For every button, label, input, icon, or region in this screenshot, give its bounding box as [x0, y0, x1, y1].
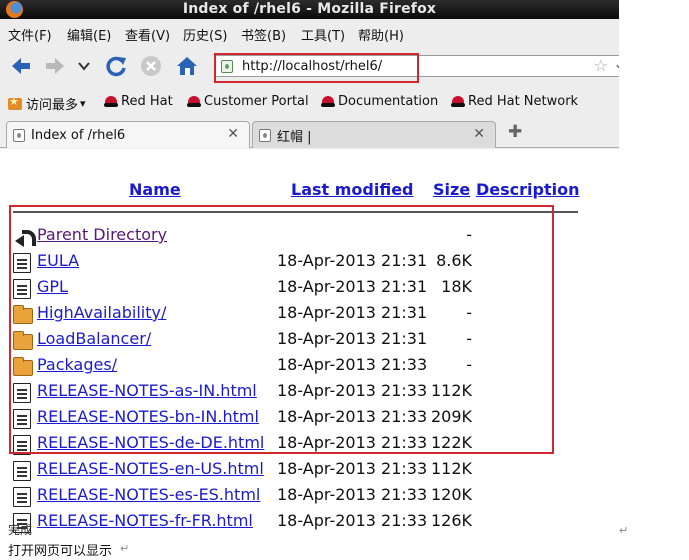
menu-tools[interactable]: 工具(T): [301, 25, 345, 44]
page-icon: [13, 128, 25, 142]
menu-history[interactable]: 历史(S): [183, 25, 227, 44]
home-button[interactable]: [175, 55, 199, 77]
home-icon: [177, 57, 197, 75]
list-item: RELEASE-NOTES-en-US.html 18-Apr-2013 21:…: [0, 458, 619, 484]
title-bar: Index of /rhel6 - Mozilla Firefox: [0, 0, 619, 19]
reload-icon: [106, 56, 126, 77]
tab-label: Index of /rhel6: [31, 127, 126, 143]
new-tab-button[interactable]: ✚: [508, 122, 522, 142]
paragraph-mark-icon: ↵: [619, 524, 629, 537]
file-date: 18-Apr-2013 21:33: [277, 511, 428, 530]
file-size: 120K: [430, 485, 472, 504]
close-tab-icon[interactable]: ✕: [227, 126, 239, 142]
tab-label: 红帽 |: [277, 129, 312, 145]
redhat-icon: [321, 95, 335, 108]
bookmark-label: Red Hat Network: [468, 94, 579, 109]
file-link[interactable]: RELEASE-NOTES-fr-FR.html: [37, 511, 253, 530]
menu-file[interactable]: 文件(F): [8, 25, 52, 44]
bookmark-customer-portal[interactable]: Customer Portal: [187, 94, 309, 109]
document-icon: [13, 487, 31, 507]
reload-button[interactable]: [104, 55, 128, 77]
back-arrow-icon: [12, 58, 30, 74]
file-size: 112K: [430, 459, 472, 478]
file-link[interactable]: RELEASE-NOTES-es-ES.html: [37, 485, 260, 504]
url-highlight-box: [214, 53, 419, 83]
stop-button[interactable]: [139, 55, 163, 77]
column-header-size[interactable]: Size: [433, 180, 470, 199]
chevron-down-icon: [78, 62, 90, 71]
tab-index-of-rhel6[interactable]: Index of /rhel6 ✕: [6, 121, 250, 148]
forward-arrow-icon: [46, 58, 64, 74]
history-dropdown-button[interactable]: [76, 55, 92, 77]
bookmark-red-hat[interactable]: Red Hat: [104, 94, 173, 109]
document-icon: [13, 461, 31, 481]
page-icon: [259, 128, 271, 142]
url-dropdown-icon[interactable]: ⌄: [614, 57, 619, 71]
tab-bar: Index of /rhel6 ✕ 红帽 | ✕: [0, 118, 619, 148]
bookmark-label: Customer Portal: [204, 94, 309, 109]
bookmark-label: 访问最多: [26, 98, 79, 113]
window-title: Index of /rhel6 - Mozilla Firefox: [182, 1, 437, 17]
caption-text: 打开网页可以显示: [8, 544, 113, 559]
redhat-icon: [104, 95, 118, 108]
bookmark-most-visited[interactable]: 访问最多 ▾: [8, 94, 86, 113]
redhat-icon: [187, 95, 201, 108]
close-tab-icon[interactable]: ✕: [473, 126, 485, 142]
back-button[interactable]: [9, 55, 33, 77]
chevron-down-icon: ▾: [80, 97, 86, 110]
bookmark-label: Documentation: [338, 94, 439, 109]
file-link[interactable]: RELEASE-NOTES-en-US.html: [37, 459, 264, 478]
paragraph-mark-icon: ↵: [120, 542, 130, 555]
bookmarks-toolbar: 访问最多 ▾ Red Hat Customer Portal Documenta…: [0, 90, 619, 114]
forward-button[interactable]: [43, 55, 67, 77]
listing-highlight-box: [9, 205, 554, 454]
file-size: 126K: [430, 511, 472, 530]
redhat-icon: [451, 95, 465, 108]
file-date: 18-Apr-2013 21:33: [277, 459, 428, 478]
bookmark-documentation[interactable]: Documentation: [321, 94, 438, 109]
most-visited-icon: [8, 95, 22, 110]
menu-help[interactable]: 帮助(H): [358, 25, 404, 44]
menu-view[interactable]: 查看(V): [125, 25, 170, 44]
column-header-last-modified[interactable]: Last modified: [291, 180, 414, 199]
menu-edit[interactable]: 编辑(E): [67, 25, 111, 44]
menu-bar: 文件(F) 编辑(E) 查看(V) 历史(S) 书签(B) 工具(T) 帮助(H…: [0, 22, 619, 44]
bookmark-label: Red Hat: [121, 94, 173, 109]
list-item: RELEASE-NOTES-es-ES.html 18-Apr-2013 21:…: [0, 484, 619, 510]
bookmark-star-icon[interactable]: ☆: [594, 56, 608, 75]
list-item: RELEASE-NOTES-fr-FR.html 18-Apr-2013 21:…: [0, 510, 619, 536]
menu-bookmarks[interactable]: 书签(B): [241, 25, 286, 44]
bookmark-red-hat-network[interactable]: Red Hat Network: [451, 94, 578, 109]
status-text: 完成: [8, 523, 33, 537]
tab-redhat[interactable]: 红帽 | ✕: [252, 121, 496, 148]
file-date: 18-Apr-2013 21:33: [277, 485, 428, 504]
column-header-description[interactable]: Description: [476, 180, 579, 199]
column-header-name[interactable]: Name: [129, 180, 181, 199]
stop-icon: [141, 56, 161, 76]
